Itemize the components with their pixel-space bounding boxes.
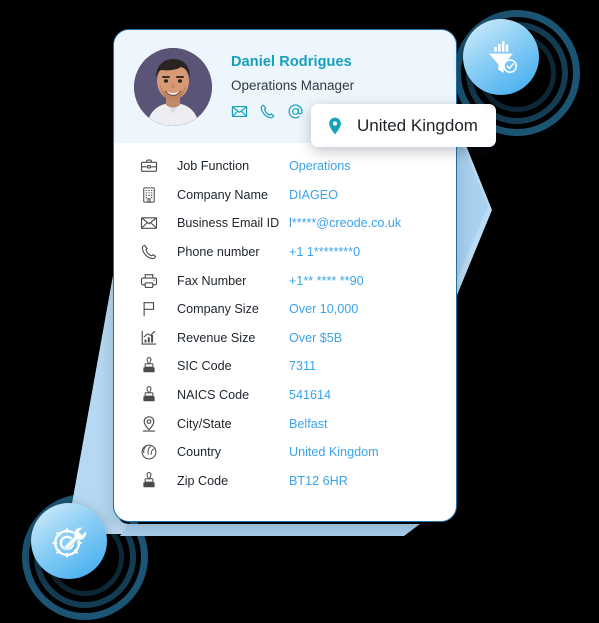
detail-row-company-name: Company Name DIAGEO [114,181,456,210]
detail-row-city-state: City/State Belfast [114,409,456,438]
stamp-icon [140,357,158,375]
stamp-icon [140,471,158,490]
person-title: Operations Manager [231,77,355,93]
detail-value: 541614 [289,388,332,403]
briefcase-icon [140,157,158,175]
detail-label: Job Function [177,159,250,174]
detail-value: Over $5B [289,330,343,345]
scene: Daniel Rodrigues Operations Manager Job … [0,0,599,623]
detail-value: l*****@creode.co.uk [289,216,402,231]
detail-value: +1 1********0 [289,245,361,260]
contact-profile-card: Daniel Rodrigues Operations Manager Job … [113,29,457,522]
detail-value: +1** **** **90 [289,273,364,288]
globe-icon [140,443,158,461]
detail-row-sic-code: SIC Code 7311 [114,352,456,381]
detail-label: Revenue Size [177,330,256,345]
detail-row-job-function: Job Function Operations [114,152,456,181]
flag-icon [140,300,158,318]
detail-value: United Kingdom [289,445,379,460]
email-icon[interactable] [231,103,248,120]
detail-label: Company Size [177,302,259,317]
phone-icon[interactable] [259,103,276,120]
country-pill-label: United Kingdom [357,115,478,135]
detail-label: Fax Number [177,273,247,288]
detail-list: Job Function Operations Company Name DIA… [114,143,456,495]
detail-row-phone-number: Phone number +1 1********0 [114,238,456,267]
detail-value: BT12 6HR [289,473,348,488]
detail-value: 7311 [289,359,317,374]
detail-row-country: Country United Kingdom [114,438,456,467]
detail-label: Business Email ID [177,216,280,231]
bar-chart-icon [140,329,158,347]
detail-row-company-size: Company Size Over 10,000 [114,295,456,324]
detail-value: Belfast [289,416,328,431]
building-icon [140,186,158,204]
detail-value: Operations [289,159,351,174]
detail-label: Company Name [177,187,268,202]
detail-value: Over 10,000 [289,302,359,317]
map-pin-icon [140,415,158,433]
detail-row-naics-code: NAICS Code 541614 [114,381,456,410]
detail-label: Zip Code [177,473,229,488]
country-tooltip-pill[interactable]: United Kingdom [311,104,496,147]
settings-tools-badge[interactable] [31,503,107,579]
detail-label: Phone number [177,245,260,260]
avatar-photo-illustration [134,47,212,126]
phone-icon [140,243,158,261]
filter-verified-badge[interactable] [463,19,539,95]
gear-wrench-icon [52,527,87,558]
printer-icon [140,272,158,290]
detail-label: SIC Code [177,359,232,374]
at-icon[interactable] [287,103,304,120]
stamp-icon [140,386,158,404]
detail-row-revenue-size: Revenue Size Over $5B [114,324,456,353]
map-pin-icon [325,116,345,136]
envelope-icon [140,214,158,232]
avatar [134,47,212,126]
detail-label: City/State [177,416,232,431]
person-name: Daniel Rodrigues [231,54,352,71]
funnel-chart-check-icon [489,41,518,74]
detail-row-zip-code: Zip Code BT12 6HR [114,467,456,496]
detail-label: Country [177,445,222,460]
detail-row-business-email: Business Email ID l*****@creode.co.uk [114,209,456,238]
detail-value: DIAGEO [289,187,338,202]
detail-label: NAICS Code [177,388,250,403]
detail-row-fax-number: Fax Number +1** **** **90 [114,266,456,295]
